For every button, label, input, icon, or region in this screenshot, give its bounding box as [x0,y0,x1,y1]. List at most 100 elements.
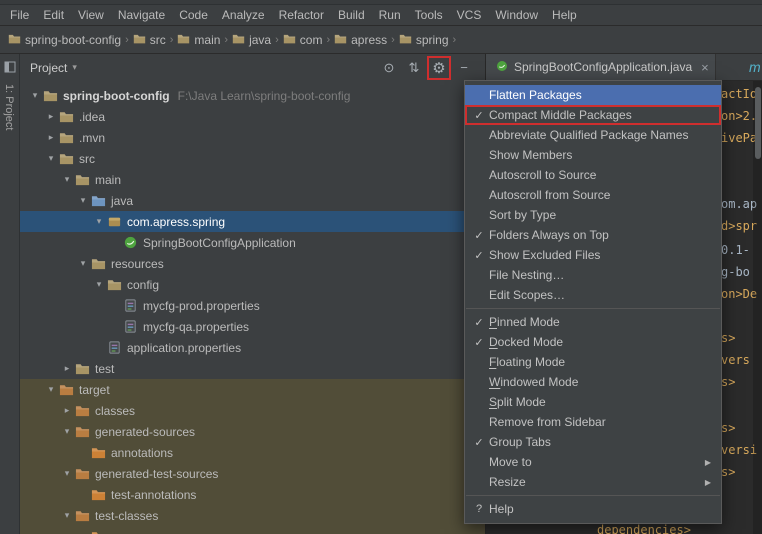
chevron-collapsed-icon[interactable]: ▸ [60,363,74,374]
tree-item-idea[interactable]: ▸.idea [20,106,485,127]
menu-item-split-mode[interactable]: Split Mode [465,392,721,412]
chevron-expanded-icon[interactable]: ▾ [60,510,74,521]
menu-item-pinned-mode[interactable]: ✓Pinned Mode [465,312,721,332]
menubar-item-refactor[interactable]: Refactor [272,6,331,24]
chevron-expanded-icon[interactable]: ▾ [60,426,74,437]
chevron-collapsed-icon[interactable]: ▸ [60,405,74,416]
menu-item-file-nesting[interactable]: File Nesting… [465,265,721,285]
menubar-item-analyze[interactable]: Analyze [215,6,272,24]
hide-panel-icon[interactable]: − [455,59,473,77]
tree-item-test-annotations[interactable]: test-annotations [20,484,485,505]
menu-item-group-tabs[interactable]: ✓Group Tabs [465,432,721,452]
chevron-expanded-icon[interactable]: ▾ [92,279,106,290]
tree-item-mycfg-qa-properties[interactable]: mycfg-qa.properties [20,316,485,337]
chevron-expanded-icon[interactable]: ▾ [92,216,106,227]
project-tree: ▾spring-boot-configF:\Java Learn\spring-… [20,81,485,534]
spring-class-icon [496,60,508,75]
breadcrumb-item-java[interactable]: java [232,32,271,48]
tree-item-config[interactable]: ▾config [20,274,485,295]
tree-item-target[interactable]: ▾ target [20,379,485,400]
tree-item-test-classes[interactable]: ▾test-classes [20,505,485,526]
menu-item-flatten-packages[interactable]: Flatten Packages [465,85,721,105]
menu-item-sort-by-type[interactable]: Sort by Type [465,205,721,225]
tree-item-mycfg-prod-properties[interactable]: mycfg-prod.properties [20,295,485,316]
menu-item-move-to[interactable]: Move to▶ [465,452,721,472]
editor-scrollbar[interactable] [753,81,762,534]
breadcrumb-item-apress[interactable]: apress [334,32,387,48]
menu-item-folders-always-on-top[interactable]: ✓Folders Always on Top [465,225,721,245]
tree-item-generated-sources[interactable]: ▾generated-sources [20,421,485,442]
tree-item-application-properties[interactable]: application.properties [20,337,485,358]
tree-item-main[interactable]: ▾main [20,169,485,190]
tab-springbootconfigapplication[interactable]: SpringBootConfigApplication.java × [486,54,716,80]
menubar-item-file[interactable]: File [3,6,36,24]
breadcrumb-item-main[interactable]: main [177,32,220,48]
menu-item-show-members[interactable]: Show Members [465,145,721,165]
tree-item-test[interactable]: ▸test [20,358,485,379]
tab-pom[interactable]: m [746,54,762,80]
menu-item-label: Sort by Type [489,208,556,222]
tree-item-springbootconfigapplication[interactable]: SpringBootConfigApplication [20,232,485,253]
chevron-expanded-icon[interactable]: ▾ [60,468,74,479]
tree-item-resources[interactable]: ▾resources [20,253,485,274]
project-tool-window-icon[interactable] [4,61,16,73]
menu-item-abbreviate-qualified-package-names[interactable]: Abbreviate Qualified Package Names [465,125,721,145]
menu-item-resize[interactable]: Resize▶ [465,472,721,492]
menu-item-windowed-mode[interactable]: Windowed Mode [465,372,721,392]
tree-item-annotations[interactable]: annotations [20,442,485,463]
breadcrumb-label: spring-boot-config [25,33,121,47]
folder-icon [106,277,122,293]
chevron-collapsed-icon[interactable]: ▸ [44,132,58,143]
tree-item-com-apress-spring[interactable]: ▾com.apress.spring [20,211,485,232]
tree-item-generated-test-sources[interactable]: ▾generated-test-sources [20,463,485,484]
chevron-expanded-icon[interactable]: ▾ [76,258,90,269]
menu-item-docked-mode[interactable]: ✓Docked Mode [465,332,721,352]
collapse-all-icon[interactable]: ⇅ [405,59,423,77]
menu-item-show-excluded-files[interactable]: ✓Show Excluded Files [465,245,721,265]
folder-generated-icon [90,529,106,534]
menu-bar: FileEditViewNavigateCodeAnalyzeRefactorB… [0,5,762,26]
breadcrumb-item-com[interactable]: com [283,32,323,48]
code-fragment: om.ap [721,197,757,211]
menu-item-label: Group Tabs [489,435,551,449]
tree-item-java[interactable]: ▾java [20,190,485,211]
menu-item-autoscroll-to-source[interactable]: Autoscroll to Source [465,165,721,185]
menubar-item-window[interactable]: Window [488,6,545,24]
gear-icon[interactable]: ⚙ [430,59,448,77]
close-icon[interactable]: × [701,60,709,75]
breadcrumb-item-spring[interactable]: spring [399,32,449,48]
menu-item-floating-mode[interactable]: Floating Mode [465,352,721,372]
menubar-item-run[interactable]: Run [372,6,408,24]
menubar-item-vcs[interactable]: VCS [450,6,489,24]
chevron-expanded-icon[interactable]: ▾ [76,195,90,206]
scrollbar-thumb[interactable] [755,87,761,159]
chevron-expanded-icon[interactable]: ▾ [60,174,74,185]
menubar-item-edit[interactable]: Edit [36,6,71,24]
chevron-collapsed-icon[interactable]: ▸ [44,111,58,122]
breadcrumb-item-src[interactable]: src [133,32,166,48]
project-panel-title[interactable]: Project [30,61,67,75]
tree-item-classes[interactable]: ▸classes [20,400,485,421]
menubar-item-view[interactable]: View [71,6,111,24]
menubar-item-navigate[interactable]: Navigate [111,6,172,24]
menubar-item-build[interactable]: Build [331,6,372,24]
tree-item-spring-boot-config[interactable]: ▾spring-boot-configF:\Java Learn\spring-… [20,85,485,106]
breadcrumb-item-spring-boot-config[interactable]: spring-boot-config [8,32,121,48]
tool-window-stripe-label[interactable]: 1: Project [3,84,15,130]
menu-item-remove-from-sidebar[interactable]: Remove from Sidebar [465,412,721,432]
menubar-item-code[interactable]: Code [172,6,215,24]
menu-item-autoscroll-from-source[interactable]: Autoscroll from Source [465,185,721,205]
menu-item-edit-scopes[interactable]: Edit Scopes… [465,285,721,305]
menu-item-help[interactable]: ?Help [465,499,721,519]
tree-item-label: target [79,383,110,397]
menubar-item-tools[interactable]: Tools [408,6,450,24]
tree-item-partial[interactable] [20,526,485,534]
chevron-expanded-icon[interactable]: ▾ [44,384,58,395]
tree-item-mvn[interactable]: ▸.mvn [20,127,485,148]
chevron-expanded-icon[interactable]: ▾ [44,153,58,164]
menu-item-compact-middle-packages[interactable]: ✓Compact Middle Packages [465,105,721,125]
chevron-expanded-icon[interactable]: ▾ [28,90,42,101]
tree-item-src[interactable]: ▾src [20,148,485,169]
menubar-item-help[interactable]: Help [545,6,584,24]
locate-file-icon[interactable]: ⊙ [380,59,398,77]
